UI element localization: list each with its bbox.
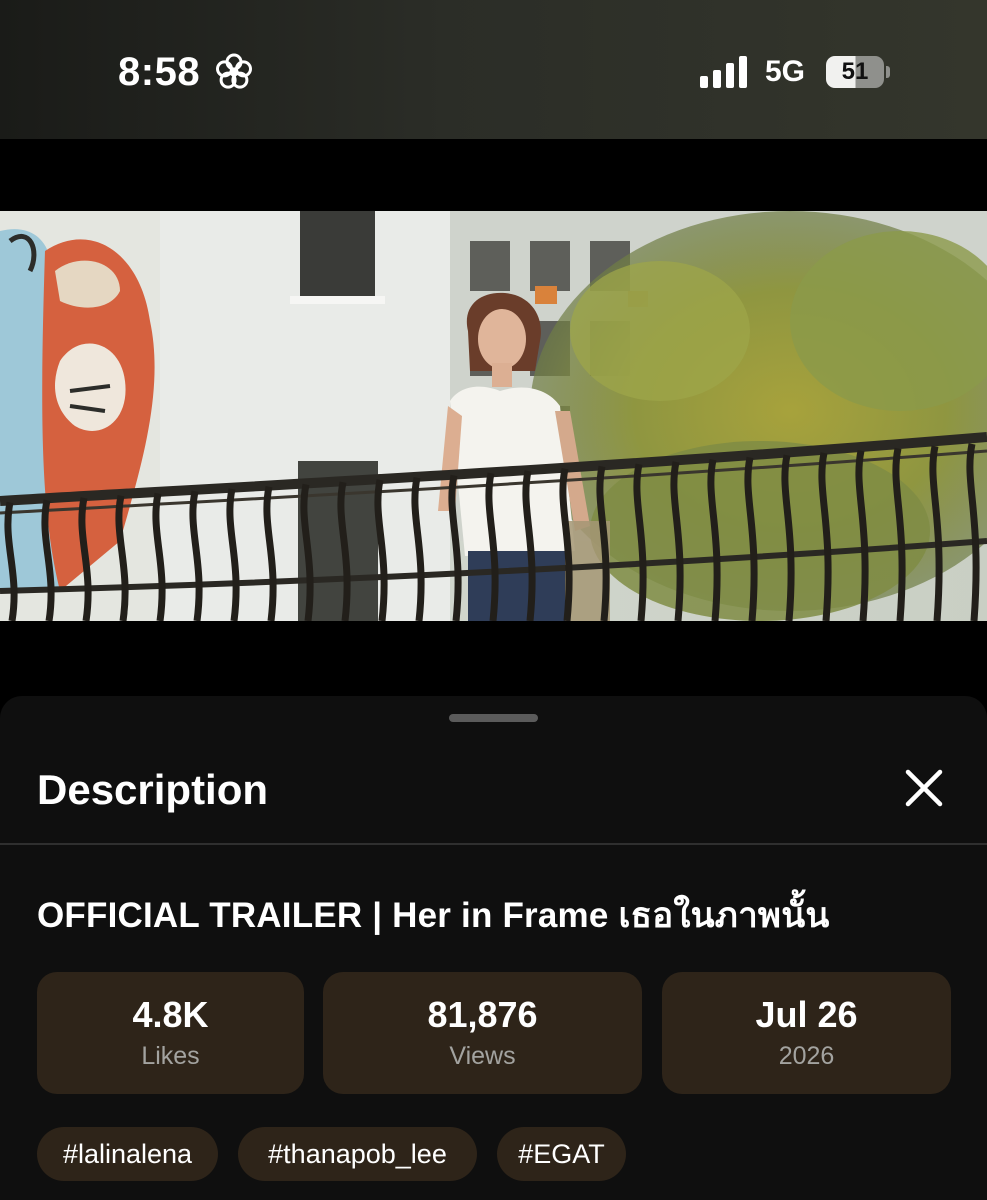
video-frame[interactable] <box>0 211 987 621</box>
status-bar: 8:58 5G 51 <box>0 0 987 139</box>
battery-icon: 51 <box>826 56 890 88</box>
video-player[interactable] <box>0 139 987 833</box>
likes-label: Likes <box>141 1042 200 1070</box>
video-title: OFFICIAL TRAILER | Her in Frame เธอในภาพ… <box>37 896 830 935</box>
battery-level: 51 <box>841 58 869 85</box>
flower-icon <box>216 53 252 89</box>
sheet-title: Description <box>37 766 269 813</box>
hashtag-egat[interactable]: #EGAT <box>497 1127 626 1181</box>
hashtag-lalinalena[interactable]: #lalinalena <box>37 1127 218 1181</box>
divider <box>0 843 987 845</box>
hashtag-thanapob-lee[interactable]: #thanapob_lee <box>238 1127 477 1181</box>
likes-value: 4.8K <box>132 994 209 1035</box>
views-label: Views <box>449 1042 516 1070</box>
year-label: 2026 <box>778 1042 835 1070</box>
drag-handle[interactable] <box>449 714 538 722</box>
date-stat-card: Jul 26 2026 <box>662 972 951 1094</box>
description-sheet: Description OFFICIAL TRAILER | Her in Fr… <box>0 696 987 1200</box>
date-value: Jul 26 <box>755 994 858 1035</box>
views-value: 81,876 <box>427 994 538 1035</box>
signal-icon <box>700 56 747 88</box>
network-type: 5G <box>765 55 806 88</box>
status-time: 8:58 <box>118 50 201 94</box>
views-stat-card: 81,876 Views <box>323 972 642 1094</box>
likes-stat-card: 4.8K Likes <box>37 972 304 1094</box>
close-icon[interactable] <box>898 762 950 814</box>
